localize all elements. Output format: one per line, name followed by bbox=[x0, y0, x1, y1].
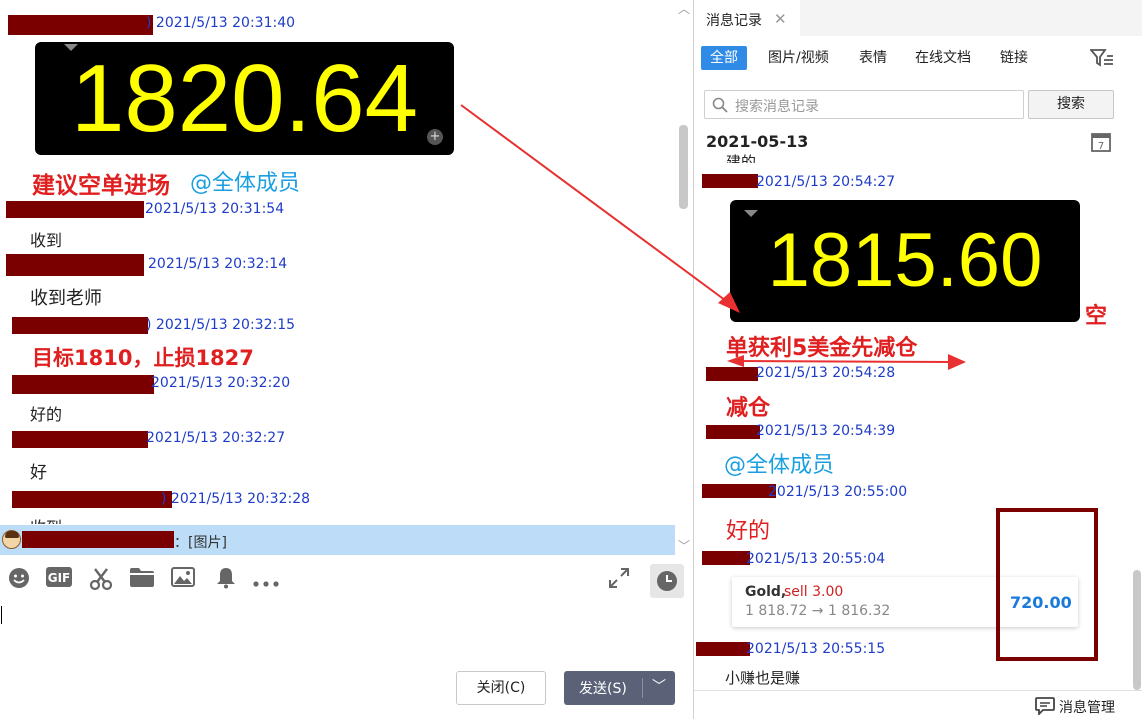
redacted-name bbox=[12, 317, 148, 334]
alert-message: 目标1810，止损1827 bbox=[32, 346, 254, 370]
filter-tab-docs[interactable]: 在线文档 bbox=[915, 46, 971, 70]
avatar bbox=[2, 530, 21, 549]
filter-tab-stickers[interactable]: 表情 bbox=[859, 46, 887, 70]
scroll-up-icon[interactable]: ︿ bbox=[678, 3, 690, 15]
emoji-icon[interactable] bbox=[6, 567, 32, 593]
history-panel: 消息记录 ✕ 全部 图片/视频 表情 在线文档 链接 搜索消息记录 搜索 202… bbox=[694, 0, 1142, 719]
trade-symbol: Gold, bbox=[745, 584, 787, 600]
history-timestamp: 2021/5/13 20:54:28 bbox=[756, 365, 896, 381]
latest-message-preview: ：[图片] bbox=[174, 535, 227, 551]
history-timestamp: 2021/5/13 20:55:04 bbox=[746, 551, 886, 567]
price-value: 1815.60 bbox=[767, 218, 1043, 303]
filter-tab-media[interactable]: 图片/视频 bbox=[768, 46, 829, 70]
history-timestamp: 2021/5/13 20:54:39 bbox=[756, 423, 896, 439]
trade-action: sell 3.00 bbox=[784, 584, 844, 600]
redacted-name bbox=[12, 375, 154, 394]
message-timestamp: 2021/5/13 20:31:54 bbox=[145, 201, 285, 217]
search-input[interactable]: 搜索消息记录 bbox=[704, 90, 1024, 119]
search-button[interactable]: 搜索 bbox=[1028, 90, 1114, 119]
chat-panel: ︿ ) 2021/5/13 20:31:40 1820.64 + 建议空单进场 … bbox=[0, 0, 693, 719]
filter-tab-links[interactable]: 链接 bbox=[1000, 46, 1028, 70]
history-tab[interactable]: 消息记录 ✕ bbox=[694, 0, 800, 36]
redacted-name bbox=[22, 531, 174, 548]
more-icon[interactable] bbox=[253, 567, 279, 593]
search-icon bbox=[712, 97, 728, 113]
expand-icon[interactable] bbox=[606, 567, 632, 593]
search-placeholder: 搜索消息记录 bbox=[735, 99, 819, 115]
highlight-box bbox=[996, 508, 1098, 661]
bell-icon[interactable] bbox=[213, 567, 239, 593]
message-manage-icon[interactable] bbox=[1035, 697, 1055, 719]
send-button-label: 发送(S) bbox=[579, 681, 627, 697]
dropdown-marker-icon bbox=[64, 44, 78, 51]
price-screenshot-image[interactable]: 1820.64 bbox=[35, 42, 454, 155]
message-timestamp: ) 2021/5/13 20:32:15 bbox=[146, 317, 296, 333]
message-timestamp: ) 2021/5/13 20:31:40 bbox=[146, 15, 296, 31]
redacted-name bbox=[6, 201, 144, 218]
filter-tab-all[interactable]: 全部 bbox=[701, 46, 747, 70]
svg-text:GIF: GIF bbox=[48, 571, 71, 585]
alert-message: 好的 bbox=[726, 519, 771, 544]
chat-scrollbar-thumb[interactable] bbox=[679, 125, 688, 209]
close-icon[interactable]: ✕ bbox=[774, 10, 787, 28]
history-timestamp: 2021/5/13 20:54:27 bbox=[756, 174, 896, 190]
folder-icon[interactable] bbox=[129, 567, 155, 593]
history-timestamp: 2021/5/13 20:55:15 bbox=[746, 641, 886, 657]
history-tab-title: 消息记录 bbox=[706, 13, 762, 29]
filter-icon[interactable] bbox=[1089, 48, 1114, 72]
message-timestamp: ) 2021/5/13 20:32:28 bbox=[161, 491, 311, 507]
history-scrollbar-thumb[interactable] bbox=[1133, 570, 1141, 690]
zoom-icon[interactable]: + bbox=[427, 129, 443, 145]
latest-message-bar[interactable]: ：[图片] bbox=[0, 525, 675, 555]
message-text: 好 bbox=[30, 463, 47, 483]
alert-message: 建议空单进场 bbox=[32, 173, 170, 199]
message-text: 收到 bbox=[30, 231, 63, 250]
redacted-name bbox=[696, 642, 750, 656]
message-manage-button[interactable]: 消息管理 bbox=[1059, 697, 1115, 717]
send-options-chevron-icon[interactable]: ﹀ bbox=[648, 675, 670, 699]
close-button[interactable]: 关闭(C) bbox=[456, 671, 546, 705]
svg-text:7: 7 bbox=[1098, 141, 1104, 152]
redacted-name bbox=[12, 431, 148, 448]
redacted-name bbox=[706, 367, 758, 381]
send-button[interactable]: 发送(S) ﹀ bbox=[564, 671, 675, 705]
calendar-icon[interactable]: 7 bbox=[1090, 131, 1112, 157]
price-screenshot-image[interactable]: 1815.60 bbox=[730, 200, 1080, 322]
image-icon[interactable] bbox=[170, 567, 196, 593]
redacted-name bbox=[702, 551, 750, 565]
redacted-name bbox=[702, 174, 758, 188]
clock-icon[interactable] bbox=[650, 564, 684, 598]
history-date: 2021-05-13 bbox=[706, 132, 809, 151]
redacted-name bbox=[702, 484, 776, 498]
message-timestamp: 2021/5/13 20:32:20 bbox=[151, 375, 291, 391]
message-text: 收到 bbox=[30, 514, 62, 524]
scroll-down-icon[interactable]: ﹀ bbox=[678, 540, 690, 552]
message-text: 好的 bbox=[30, 405, 63, 424]
trade-prices: 1 818.72 → 1 816.32 bbox=[745, 603, 891, 619]
history-message-text: 小赚也是赚 bbox=[725, 669, 801, 687]
redacted-name bbox=[706, 425, 760, 439]
clipped-message-text: 建的 bbox=[726, 154, 757, 163]
message-timestamp: 2021/5/13 20:32:14 bbox=[148, 256, 288, 272]
alert-text-tail: 空 bbox=[1085, 304, 1108, 329]
message-timestamp: 2021/5/13 20:32:27 bbox=[146, 430, 286, 446]
gif-icon[interactable]: GIF bbox=[46, 567, 72, 593]
redacted-name bbox=[8, 15, 153, 35]
alert-message: 单获利5美金先减仓 bbox=[726, 336, 918, 361]
price-value: 1820.64 bbox=[70, 44, 418, 152]
scissors-icon[interactable] bbox=[88, 567, 114, 593]
redacted-name bbox=[6, 254, 144, 276]
mention-all[interactable]: @全体成员 bbox=[724, 447, 834, 479]
message-text: 收到老师 bbox=[30, 288, 102, 309]
history-timestamp: 2021/5/13 20:55:00 bbox=[768, 484, 908, 500]
tabbar-bg bbox=[800, 0, 1142, 36]
alert-message: 减仓 bbox=[726, 396, 771, 421]
redacted-name bbox=[12, 491, 172, 508]
dropdown-marker-icon bbox=[744, 210, 758, 217]
message-input[interactable] bbox=[0, 600, 690, 660]
mention-all[interactable]: @全体成员 bbox=[190, 165, 300, 197]
